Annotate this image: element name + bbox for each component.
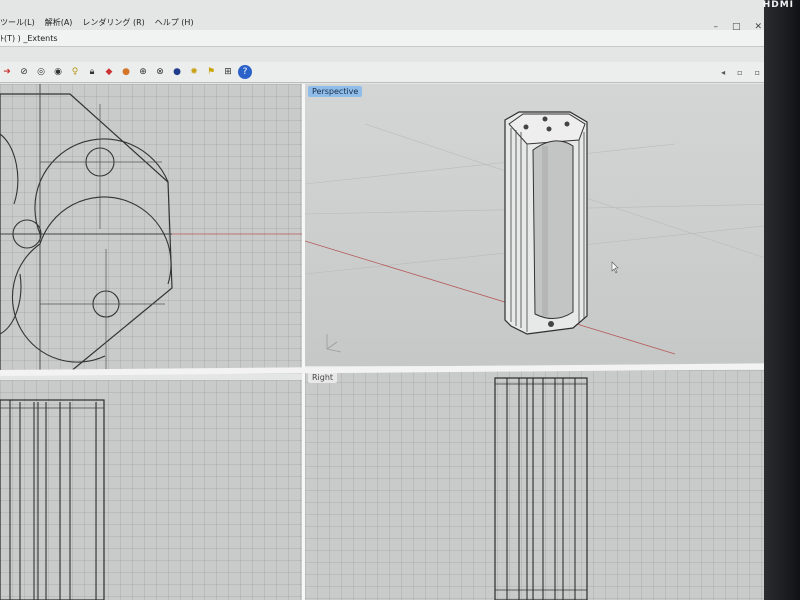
menu-item-help[interactable]: ヘルプ (H) xyxy=(155,17,194,28)
top-view-drawing xyxy=(0,84,302,374)
command-text: ﾄ(T) ) _Extents xyxy=(0,33,58,43)
axis-gizmo xyxy=(326,334,342,353)
viewport-top[interactable] xyxy=(0,84,302,374)
dimension-icon[interactable]: ⊞ xyxy=(221,65,235,79)
lamp-icon[interactable]: ♀ xyxy=(68,65,82,79)
right-outline xyxy=(494,377,588,600)
flag-icon[interactable]: ⚑ xyxy=(204,65,218,79)
menu-item-analyze[interactable]: 解析(A) xyxy=(45,17,73,28)
panel-icon[interactable]: ▫ xyxy=(737,68,742,77)
gear-icon[interactable]: ✹ xyxy=(187,65,201,79)
bottom-hole xyxy=(548,321,554,327)
viewport-label-perspective[interactable]: Perspective xyxy=(308,86,363,97)
front-view-drawing xyxy=(0,399,105,600)
render-icon[interactable]: ● xyxy=(170,65,184,79)
arrow-icon[interactable]: ➜ xyxy=(0,65,14,79)
menu-bar: ツール(L) 解析(A) レンダリング (R) ヘルプ (H) xyxy=(0,14,770,30)
panel-icon-2[interactable]: ▫ xyxy=(755,68,760,77)
collapse-icon[interactable]: ◂ xyxy=(721,68,725,77)
quarter-arc-se xyxy=(39,196,172,285)
sphere-icon[interactable]: ⊗ xyxy=(153,65,167,79)
monitor-brand: HDMI xyxy=(762,0,794,10)
menu-item-render[interactable]: レンダリング (R) xyxy=(82,17,144,28)
column-channel xyxy=(532,140,574,319)
perspective-drawing xyxy=(305,111,770,355)
toolbar: ➜ ⊘ ◎ ◉ ♀ 🔒︎ ◆ ● ⊕ ⊗ ● ✹ ⚑ ⊞ ? ◂ ▫ ▫ xyxy=(0,62,770,83)
command-history: ﾄ(T) ) _Extents xyxy=(0,30,770,47)
mouse-cursor-icon xyxy=(611,261,619,274)
viewport-right[interactable]: Right xyxy=(305,370,770,600)
palette-icon[interactable]: ◆ xyxy=(102,65,116,79)
viewport-perspective[interactable]: Perspective xyxy=(305,84,770,366)
help-icon[interactable]: ? xyxy=(238,65,252,79)
octagon-outline xyxy=(0,93,173,373)
dim-icon[interactable]: ⊘ xyxy=(17,65,31,79)
screen: ツール(L) 解析(A) レンダリング (R) ヘルプ (H) – □ ✕ ﾄ(… xyxy=(0,0,770,600)
viewport-label-right[interactable]: Right xyxy=(308,372,338,383)
toolbar-right-controls: ◂ ▫ ▫ xyxy=(721,68,760,77)
color-wheel-icon[interactable]: ● xyxy=(119,65,133,79)
eye-icon[interactable]: ◉ xyxy=(51,65,65,79)
viewport-divider-vertical[interactable] xyxy=(302,84,305,600)
right-view-drawing xyxy=(494,377,588,600)
monitor-bezel-right xyxy=(764,0,800,600)
top-hole-3 xyxy=(546,126,552,132)
globe-icon[interactable]: ⊕ xyxy=(136,65,150,79)
menu-item-tools[interactable]: ツール(L) xyxy=(0,17,35,28)
top-hole-2 xyxy=(542,116,548,122)
view-icon[interactable]: ◎ xyxy=(34,65,48,79)
top-hole-1 xyxy=(523,124,529,130)
x-axis-line xyxy=(305,240,676,355)
front-outline xyxy=(0,399,105,600)
top-hole-4 xyxy=(564,121,570,127)
quarter-arc-ne xyxy=(34,138,169,235)
viewport-front[interactable] xyxy=(0,380,302,600)
lock-icon[interactable]: 🔒︎ xyxy=(85,65,99,79)
